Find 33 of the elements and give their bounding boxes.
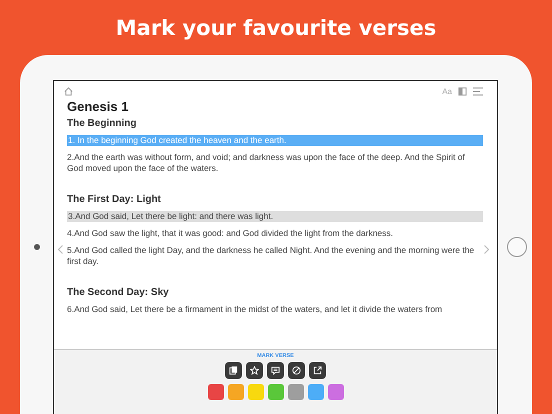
color-swatch[interactable]	[308, 384, 324, 400]
star-icon	[250, 366, 259, 375]
previous-chapter-icon[interactable]	[58, 245, 63, 254]
color-swatch[interactable]	[328, 384, 344, 400]
headline: Mark your favourite verses	[116, 16, 436, 40]
section-heading: The First Day: Light	[67, 194, 162, 205]
prohibited-icon	[292, 366, 301, 375]
speech-bubble-icon	[271, 366, 280, 375]
color-swatch[interactable]	[268, 384, 284, 400]
next-chapter-icon[interactable]	[484, 245, 489, 254]
favorite-button[interactable]	[246, 362, 263, 379]
clear-button[interactable]	[288, 362, 305, 379]
menu-icon[interactable]	[473, 87, 483, 96]
verse[interactable]: 5.And God called the light Day, and the darkness he called Night. And the evening and the morning were the first day.	[67, 245, 483, 267]
copy-button[interactable]	[225, 362, 242, 379]
color-swatch[interactable]	[208, 384, 224, 400]
chapter-title: Genesis 1	[67, 99, 130, 114]
verse[interactable]: 2.And the earth was without form, and void; and darkness was upon the face of the deep. And the Spirit of God moved upon the face of the waters.	[67, 152, 483, 174]
home-icon[interactable]	[64, 87, 73, 96]
share-icon	[313, 366, 322, 375]
color-swatch[interactable]	[248, 384, 264, 400]
panel-icon[interactable]	[458, 87, 467, 96]
verse[interactable]: 3.And God said, Let there be light: and there was light.	[67, 211, 483, 222]
note-button[interactable]	[267, 362, 284, 379]
color-swatch[interactable]	[228, 384, 244, 400]
section-heading: The Beginning	[67, 118, 138, 129]
camera-icon	[34, 244, 40, 250]
copy-icon	[229, 366, 238, 375]
verse[interactable]: 4.And God saw the light, that it was good: and God divided the light from the darkness.	[67, 228, 483, 239]
verse[interactable]: 6.And God said, Let there be a firmament in the midst of the waters, and let it divide the waters from	[67, 304, 483, 315]
color-swatch[interactable]	[288, 384, 304, 400]
share-button[interactable]	[309, 362, 326, 379]
section-heading: The Second Day: Sky	[67, 287, 170, 298]
